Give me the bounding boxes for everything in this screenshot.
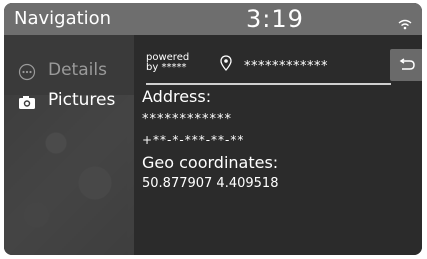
geo-coordinates-label: Geo coordinates: — [142, 153, 279, 172]
clock: 3:19 — [246, 5, 304, 33]
provider-bar: powered by ***** ************ — [146, 47, 391, 85]
powered-by-label: powered by ***** — [146, 53, 189, 73]
powered-line: by ***** — [146, 62, 187, 73]
sidebar-item-details[interactable]: Details — [4, 55, 134, 89]
map-background — [4, 95, 134, 255]
sidebar-item-pictures[interactable]: Pictures — [4, 85, 134, 119]
camera-icon — [18, 93, 36, 111]
sidebar: Details Pictures — [4, 35, 134, 255]
wifi-icon — [398, 15, 412, 34]
address-line: ************ — [142, 112, 232, 127]
phone-line: +**-*-***-**-** — [142, 133, 245, 147]
address-label: Address: — [142, 87, 212, 106]
sidebar-item-label: Pictures — [48, 90, 116, 110]
provider-name: ************ — [244, 59, 328, 74]
location-pin-icon — [220, 55, 232, 75]
geo-coordinates-value: 50.877907 4.409518 — [142, 176, 279, 191]
title-bar: Navigation 3:19 — [4, 3, 422, 35]
back-button[interactable] — [390, 49, 422, 81]
app-title: Navigation — [14, 8, 112, 29]
navigation-screen: Navigation 3:19 Details Pictures powered… — [4, 3, 422, 255]
more-dots-icon — [18, 63, 36, 81]
back-arrow-icon — [399, 58, 415, 70]
details-panel: powered by ***** ************ Address: *… — [134, 35, 422, 255]
sidebar-item-label: Details — [48, 60, 107, 80]
